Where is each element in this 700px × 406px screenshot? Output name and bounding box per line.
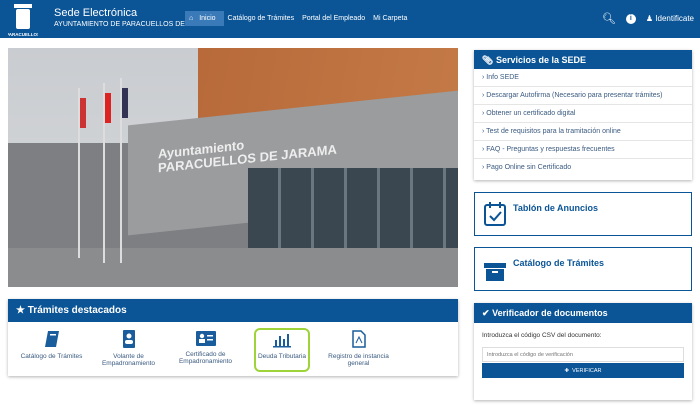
pdf-file-icon (351, 330, 366, 348)
check-icon: ✔ (482, 308, 490, 318)
service-link[interactable]: › Descargar Autofirma (Necesario para pr… (474, 87, 692, 105)
svg-text:PARACUELLOS: PARACUELLOS (8, 32, 38, 37)
town-hall-photo: Ayuntamiento PARACUELLOS DE JARAMA (8, 48, 458, 287)
tramite-registro[interactable]: Registro de instancia general (320, 328, 397, 372)
tramite-volante[interactable]: Volante de Empadronamiento (90, 328, 167, 372)
nav-inicio[interactable]: ⌂ Inicio (185, 11, 224, 26)
tramites-header: ★ Trámites destacados (8, 299, 458, 322)
book-icon (44, 331, 59, 347)
verificador-panel: ✔ Verificador de documentos Introduzca e… (474, 303, 692, 400)
service-link[interactable]: › Pago Online sin Certificado (474, 159, 692, 177)
info-icon[interactable]: i (625, 13, 636, 24)
service-link[interactable]: › Info SEDE (474, 69, 692, 87)
tramites-destacados-panel: ★ Trámites destacados Catálogo de Trámit… (8, 299, 458, 376)
csv-prompt: Introduzca el código CSV del documento: (482, 332, 602, 339)
nav-mi-carpeta[interactable]: Mi Carpeta (369, 11, 411, 26)
verificador-header: ✔ Verificador de documentos (474, 303, 692, 323)
site-title[interactable]: Sede Electrónica (54, 7, 137, 19)
nav-portal-empleado[interactable]: Portal del Empleado (298, 11, 369, 26)
catalogo-tramites-button[interactable]: Catálogo de Trámites (474, 247, 692, 291)
tramite-certificado[interactable]: Certificado de Empadronamiento (167, 328, 244, 372)
user-icon: ♟ (645, 14, 654, 23)
logo[interactable]: PARACUELLOS (8, 1, 38, 41)
calendar-check-icon (484, 202, 506, 226)
service-link[interactable]: › Obtener un certificado digital (474, 105, 692, 123)
csv-code-input[interactable] (482, 347, 684, 362)
plus-icon: ✚ (564, 367, 570, 374)
tablon-anuncios-button[interactable]: Tablón de Anuncios (474, 192, 692, 236)
tramite-deuda-tributaria[interactable]: Deuda Tributaria (254, 328, 310, 372)
nav-catalogo[interactable]: Catálogo de Trámites (224, 11, 299, 26)
login-link[interactable]: ♟ Identificate (646, 14, 694, 23)
header: PARACUELLOS Sede Electrónica AYUNTAMIENT… (0, 0, 700, 38)
servicios-header: 📎︎ Servicios de la SEDE (474, 50, 692, 69)
service-link[interactable]: › Test de requisitos para la tramitación… (474, 123, 692, 141)
tramite-catalogo[interactable]: Catálogo de Trámites (13, 328, 90, 372)
service-link[interactable]: › FAQ - Preguntas y respuestas frecuente… (474, 141, 692, 159)
star-icon: ★ (16, 305, 25, 316)
paperclip-icon: 📎︎ (482, 55, 494, 65)
main-nav: ⌂ Inicio Catálogo de Trámites Portal del… (185, 11, 411, 26)
address-book-icon (122, 330, 135, 348)
servicios-panel: 📎︎ Servicios de la SEDE › Info SEDE › De… (474, 50, 692, 180)
bar-chart-icon (273, 334, 291, 348)
verify-button[interactable]: ✚ VERIFICAR (482, 363, 684, 378)
archive-box-icon (484, 263, 506, 281)
id-card-icon (195, 331, 216, 346)
search-icon[interactable]: 🔍︎ (602, 12, 616, 25)
